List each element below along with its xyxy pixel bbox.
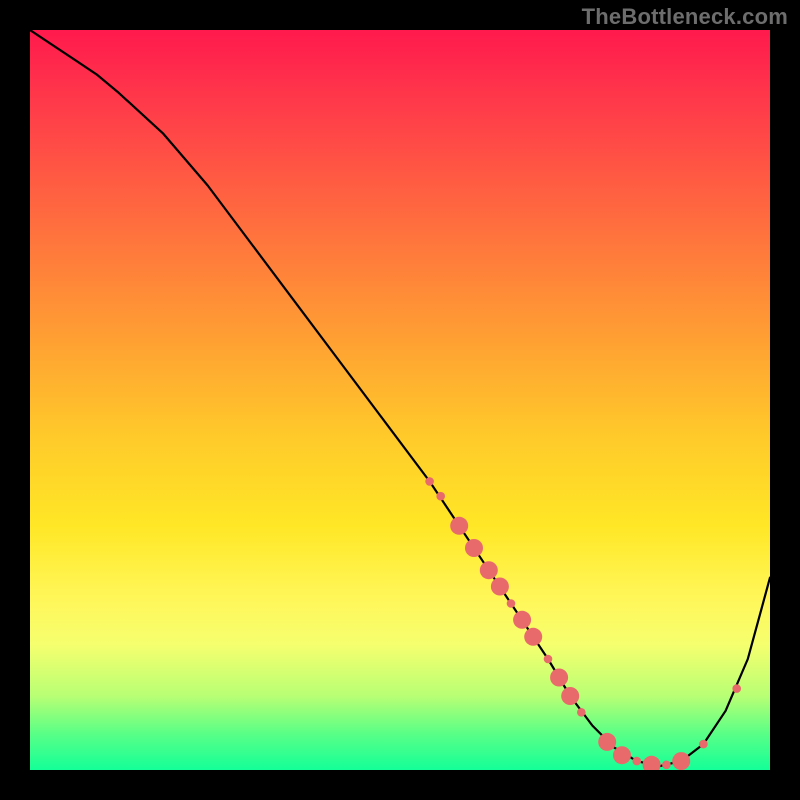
data-marker: [544, 655, 553, 664]
data-marker: [699, 740, 708, 749]
data-marker: [507, 599, 516, 608]
data-marker: [480, 561, 498, 579]
data-marker: [491, 578, 509, 596]
data-marker: [672, 752, 690, 770]
data-marker: [662, 761, 671, 770]
data-marker: [425, 477, 434, 486]
data-marker: [450, 517, 468, 535]
data-marker: [643, 756, 661, 770]
curve-line: [30, 30, 770, 766]
data-marker: [613, 746, 631, 764]
data-marker: [550, 669, 568, 687]
data-marker: [732, 684, 741, 693]
data-marker: [598, 733, 616, 751]
chart-svg: [30, 30, 770, 770]
data-marker: [524, 628, 542, 646]
data-marker: [561, 687, 579, 705]
data-marker: [465, 539, 483, 557]
data-marker: [513, 611, 531, 629]
data-marker: [633, 757, 642, 766]
data-marker: [436, 492, 445, 501]
chart-plot-area: [30, 30, 770, 770]
watermark-text: TheBottleneck.com: [582, 4, 788, 30]
data-marker: [577, 708, 586, 717]
